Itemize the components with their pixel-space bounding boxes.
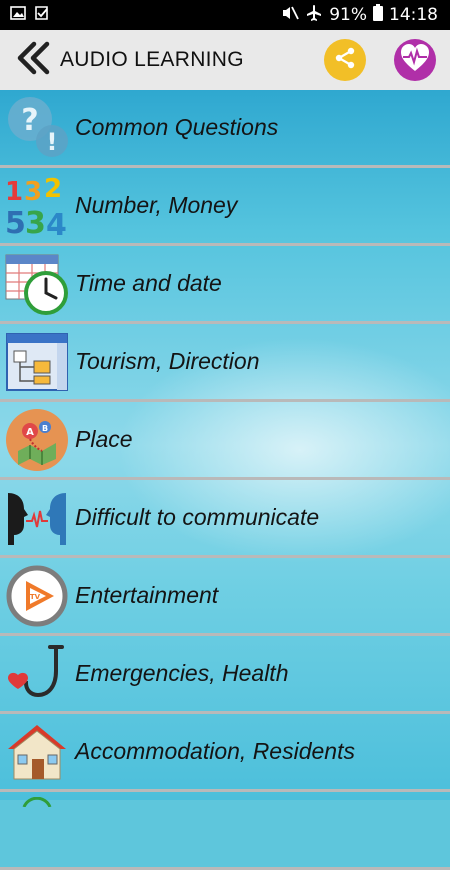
list-item-label: Time and date — [75, 270, 222, 296]
list-item-entertainment[interactable]: TV Entertainment — [0, 558, 450, 636]
map-pin-icon: A B — [4, 407, 70, 473]
clock: 14:18 — [389, 5, 438, 25]
list-item-label: Place — [75, 426, 133, 452]
svg-text:1: 1 — [5, 177, 23, 207]
list-item-label: Common Questions — [75, 114, 279, 140]
list-item-label: Accommodation, Residents — [75, 738, 355, 764]
list-item-tourism-direction[interactable]: Tourism, Direction — [0, 324, 450, 402]
airplane-mode-icon — [305, 4, 323, 27]
favorite-button[interactable] — [394, 39, 436, 81]
svg-text:?: ? — [21, 103, 38, 138]
gallery-notification-icon — [10, 5, 26, 25]
svg-text:4: 4 — [46, 208, 67, 239]
page-title: AUDIO LEARNING — [60, 48, 244, 71]
category-list: ?! Common Questions 1 3 2 5 3 4 Number, … — [0, 90, 450, 870]
svg-text:!: ! — [47, 128, 58, 156]
battery-icon — [373, 4, 383, 26]
list-item-common-questions[interactable]: ?! Common Questions — [0, 90, 450, 168]
list-item-label: Number, Money — [75, 192, 238, 218]
svg-text:TV: TV — [30, 593, 41, 601]
tv-play-icon: TV — [4, 563, 70, 629]
direction-window-icon — [4, 329, 70, 395]
list-item-label: Entertainment — [75, 582, 219, 608]
share-button[interactable] — [324, 39, 366, 81]
list-item-accommodation-residents[interactable]: Accommodation, Residents — [0, 714, 450, 792]
list-item-partial[interactable] — [0, 792, 450, 870]
mute-icon — [281, 5, 300, 26]
svg-text:3: 3 — [24, 177, 42, 207]
list-item-time-date[interactable]: Time and date — [0, 246, 450, 324]
double-chevron-left-icon — [16, 41, 52, 80]
status-bar: 91% 14:18 — [0, 0, 450, 30]
list-item-place[interactable]: A B Place — [0, 402, 450, 480]
share-icon — [333, 46, 357, 75]
question-bubbles-icon: ?! — [4, 95, 70, 161]
list-item-difficult-to-communicate[interactable]: Difficult to communicate — [0, 480, 450, 558]
numbers-icon: 1 3 2 5 3 4 — [4, 173, 70, 239]
calendar-clock-icon — [4, 251, 70, 317]
list-item-number-money[interactable]: 1 3 2 5 3 4 Number, Money — [0, 168, 450, 246]
list-item-emergencies-health[interactable]: Emergencies, Health — [0, 636, 450, 714]
speaking-heads-icon — [4, 485, 70, 551]
svg-text:5: 5 — [5, 206, 26, 239]
battery-percent: 91% — [329, 5, 367, 25]
svg-text:A: A — [26, 427, 34, 438]
stethoscope-icon — [4, 641, 70, 707]
svg-text:2: 2 — [44, 174, 62, 204]
app-bar: AUDIO LEARNING — [0, 30, 450, 91]
list-item-label: Tourism, Direction — [75, 348, 260, 374]
heart-pulse-icon — [399, 43, 431, 78]
partial-item-icon — [4, 796, 70, 863]
svg-text:B: B — [42, 424, 48, 433]
list-item-label: Emergencies, Health — [75, 660, 289, 686]
download-check-notification-icon — [34, 5, 50, 25]
house-icon — [4, 719, 70, 785]
back-button[interactable] — [14, 40, 54, 80]
list-item-label: Difficult to communicate — [75, 504, 320, 530]
svg-text:3: 3 — [25, 206, 46, 239]
